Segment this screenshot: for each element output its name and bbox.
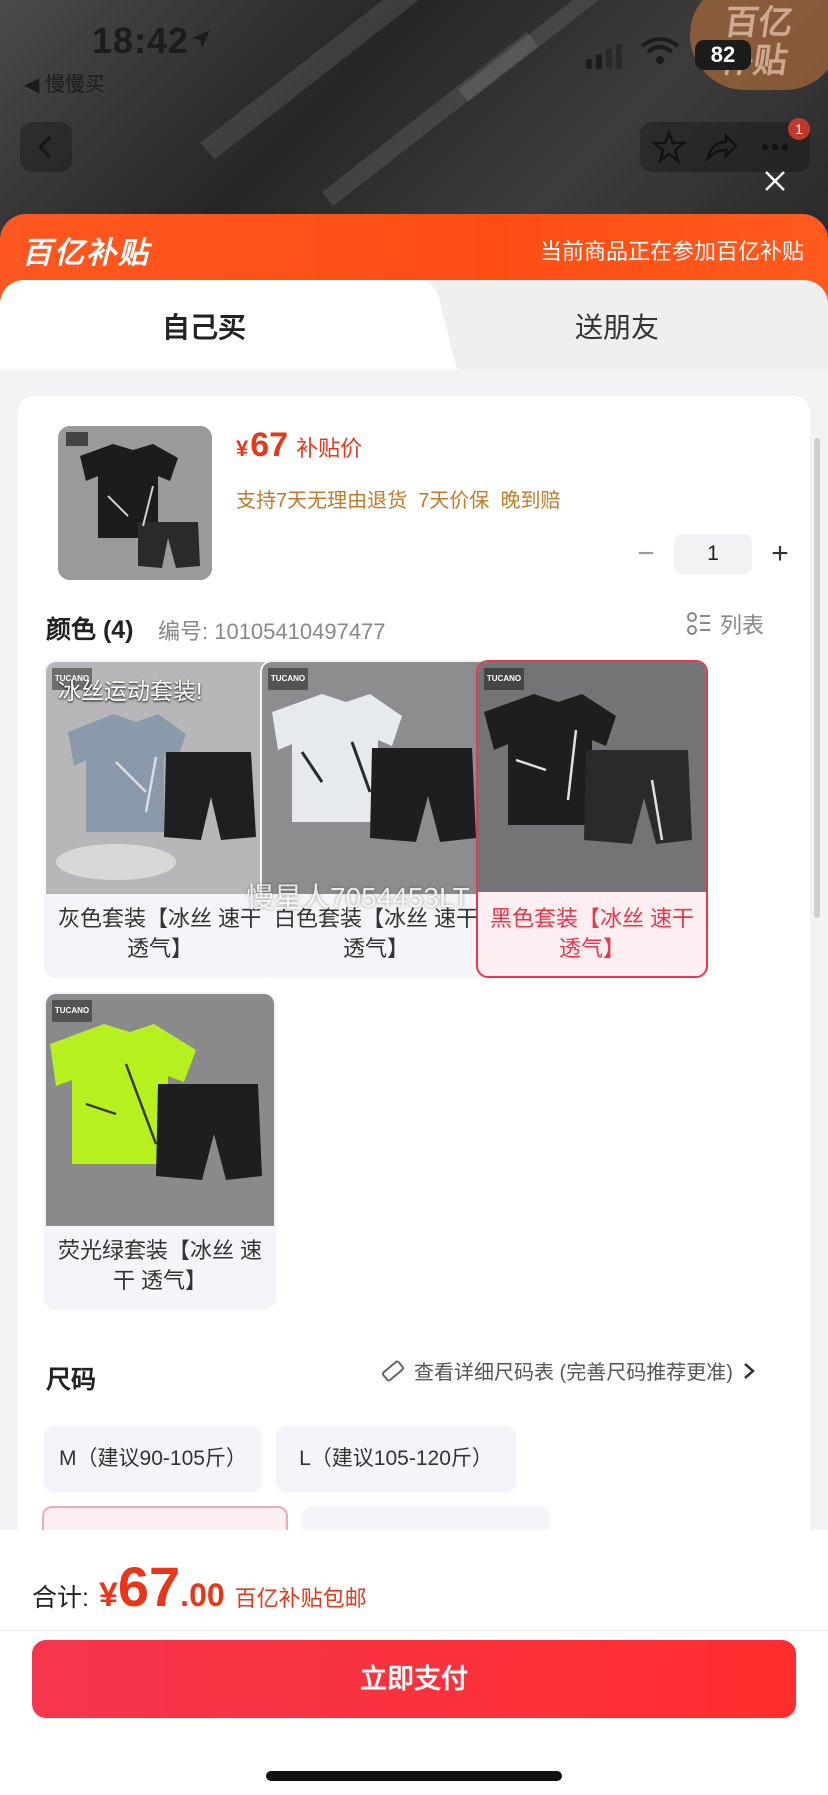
variant-image xyxy=(478,662,706,892)
subsidy-notice: 当前商品正在参加百亿补贴 xyxy=(539,239,804,264)
back-button[interactable] xyxy=(20,122,72,172)
sku-code: 编号: 10105410497477 xyxy=(158,619,386,644)
sku-selection-sheet: ¥ 67 补贴价 支持7天无理由退货 7天价保 晚到赔 − 1 + 颜色 (4)… xyxy=(0,370,828,1530)
brand-logo: TUCANO xyxy=(52,1000,92,1022)
price-label: 补贴价 xyxy=(296,436,363,461)
guarantee-text: 支持7天无理由退货 7天价保 晚到赔 xyxy=(236,490,561,512)
home-indicator[interactable] xyxy=(266,1771,562,1781)
ruler-icon xyxy=(381,1360,405,1381)
variant-label: 荧光绿套装【冰丝 速干 透气】 xyxy=(57,1238,263,1293)
battery-indicator: 82 xyxy=(695,40,751,70)
purchase-mode-tabs: 自己买 送朋友 xyxy=(0,280,828,372)
more-icon[interactable] xyxy=(758,130,792,164)
price-row: ¥ 67 补贴价 xyxy=(236,426,362,465)
list-view-toggle[interactable]: 列表 xyxy=(686,608,764,640)
variant-image xyxy=(46,994,274,1226)
variant-image xyxy=(262,662,490,894)
size-guide-label: 查看详细尺码表 (完善尺码推荐更准) xyxy=(414,1362,733,1384)
quantity-value[interactable]: 1 xyxy=(674,534,752,574)
product-image xyxy=(58,426,212,580)
size-option-l[interactable]: L（建议105-120斤） xyxy=(276,1426,516,1492)
footer-divider xyxy=(0,1630,828,1631)
total-currency: ¥ xyxy=(98,1576,118,1614)
total-row: 合计: ¥ 67 .00 百亿补贴包邮 xyxy=(32,1554,367,1619)
sku-card: ¥ 67 补贴价 支持7天无理由退货 7天价保 晚到赔 − 1 + 颜色 (4)… xyxy=(18,396,810,1530)
location-arrow-icon xyxy=(192,30,210,48)
color-option-black[interactable]: TUCANO 黑色套装【冰丝 速干 透气】 xyxy=(476,660,708,978)
color-option-white[interactable]: TUCANO 白色套装【冰丝 速干 透气】 xyxy=(260,660,492,978)
variant-image-caption: 冰丝运动套装! xyxy=(58,678,203,704)
chevron-left-icon xyxy=(37,135,52,159)
status-time: 18:42 xyxy=(92,20,190,61)
total-label: 合计: xyxy=(32,1584,89,1612)
color-section-title: 颜色 (4) xyxy=(46,616,134,644)
product-thumbnail[interactable] xyxy=(58,426,212,580)
size-section-title: 尺码 xyxy=(46,1366,97,1394)
total-amount-integer: 67 xyxy=(117,1555,181,1618)
price-value: 67 xyxy=(250,426,289,464)
color-option-neon-green[interactable]: TUCANO 荧光绿套装【冰丝 速干 透气】 xyxy=(44,992,276,1310)
color-option-gray[interactable]: TUCANO 冰丝运动套装! 灰色套装【冰丝 速干 透气】 xyxy=(44,660,276,978)
share-icon[interactable] xyxy=(704,130,738,164)
subsidy-logo: 百亿补贴 xyxy=(22,237,150,270)
shipping-note: 百亿补贴包邮 xyxy=(234,1586,367,1611)
star-icon[interactable] xyxy=(652,130,686,164)
variant-label: 灰色套装【冰丝 速干 透气】 xyxy=(57,906,263,961)
back-to-app-link[interactable]: ◀ 慢慢买 xyxy=(24,68,105,97)
variant-label: 黑色套装【冰丝 速干 透气】 xyxy=(489,906,695,961)
total-amount-decimal: .00 xyxy=(180,1577,225,1613)
size-option-m[interactable]: M（建议90-105斤） xyxy=(44,1426,262,1492)
wifi-icon xyxy=(640,37,680,64)
background-stripe xyxy=(200,0,420,160)
signal-icon xyxy=(586,44,622,69)
quantity-stepper: − 1 + xyxy=(626,534,800,574)
tab-buy-self-label[interactable]: 自己买 xyxy=(162,306,246,346)
tab-gift-friend[interactable]: 送朋友 xyxy=(575,306,659,346)
quantity-plus-button[interactable]: + xyxy=(760,537,800,571)
price-currency: ¥ xyxy=(236,436,249,461)
quantity-minus-button[interactable]: − xyxy=(626,537,666,571)
close-icon[interactable] xyxy=(758,164,792,198)
watermark-text: 慢星人7054453LT xyxy=(246,882,470,913)
size-guide-link[interactable]: 查看详细尺码表 (完善尺码推荐更准) xyxy=(380,1356,757,1385)
cart-count-badge: 1 xyxy=(788,118,810,140)
scrollbar[interactable] xyxy=(814,438,820,918)
list-toggle-label: 列表 xyxy=(720,613,765,638)
list-icon xyxy=(687,612,710,635)
brand-logo: TUCANO xyxy=(484,668,524,690)
pay-now-button[interactable]: 立即支付 xyxy=(32,1640,796,1718)
brand-logo: TUCANO xyxy=(268,668,308,690)
chevron-right-icon xyxy=(744,1362,755,1379)
checkout-footer: 合计: ¥ 67 .00 百亿补贴包邮 立即支付 xyxy=(0,1530,828,1795)
size-option[interactable] xyxy=(302,1506,550,1530)
size-option-selected[interactable] xyxy=(42,1506,288,1530)
